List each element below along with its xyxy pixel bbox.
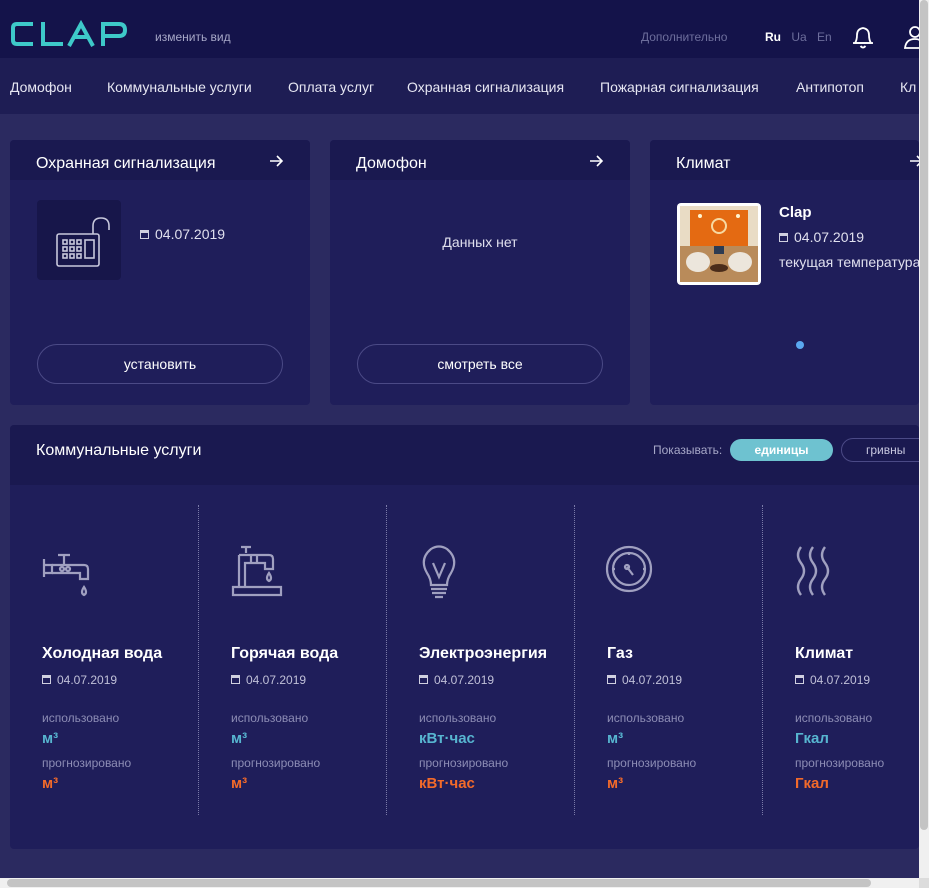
used-label: использовано <box>42 711 120 725</box>
utility-climate[interactable]: Климат 04.07.2019 использовано Гкал прог… <box>763 505 919 815</box>
utility-name: Электроэнергия <box>419 645 548 662</box>
forecast-unit: Гкал <box>795 775 829 792</box>
forecast-label: прогнозировано <box>795 756 885 770</box>
keypad-lock-icon <box>56 217 110 267</box>
arrow-right-icon[interactable] <box>268 154 284 168</box>
clap-logo[interactable] <box>11 20 127 48</box>
hot-water-tap-icon <box>231 545 283 597</box>
utility-date: 04.07.2019 <box>795 673 870 687</box>
carousel-dot[interactable] <box>796 341 804 349</box>
gas-meter-icon <box>605 545 653 593</box>
forecast-unit: м³ <box>231 775 248 792</box>
room-photo[interactable] <box>677 203 761 285</box>
utility-gas[interactable]: Газ 04.07.2019 использовано м³ прогнозир… <box>575 505 763 815</box>
used-unit: м³ <box>42 730 59 747</box>
nav-utilities[interactable]: Коммунальные услуги <box>107 79 252 95</box>
empty-state-text: Данных нет <box>442 234 518 250</box>
lang-en[interactable]: En <box>817 30 832 44</box>
calendar-icon <box>231 675 240 684</box>
calendar-icon <box>795 675 804 684</box>
calendar-icon <box>779 233 788 242</box>
security-card: Охранная сигнализация 04.07.2019 установ… <box>10 140 310 405</box>
vertical-scrollbar[interactable] <box>919 0 929 880</box>
used-label: использовано <box>231 711 309 725</box>
used-unit: м³ <box>607 730 624 747</box>
bell-icon[interactable] <box>851 24 875 50</box>
calendar-icon <box>42 675 51 684</box>
climate-device-name: Clap <box>779 204 812 221</box>
install-button[interactable]: установить <box>37 344 283 384</box>
change-view-link[interactable]: изменить вид <box>155 30 231 44</box>
utility-date: 04.07.2019 <box>231 673 306 687</box>
utility-date: 04.07.2019 <box>419 673 494 687</box>
utilities-title: Коммунальные услуги <box>36 442 202 459</box>
utility-date: 04.07.2019 <box>607 673 682 687</box>
lang-ua[interactable]: Ua <box>791 30 806 44</box>
nav-payments[interactable]: Оплата услуг <box>288 79 374 95</box>
used-label: использовано <box>795 711 873 725</box>
used-label: использовано <box>607 711 685 725</box>
climate-date: 04.07.2019 <box>779 229 864 245</box>
utility-cold-water[interactable]: Холодная вода 04.07.2019 использовано м³… <box>10 505 198 815</box>
nav-intercom[interactable]: Домофон <box>10 79 72 95</box>
vertical-scroll-thumb[interactable] <box>920 0 928 830</box>
climate-card: Климат Clap 04.07.2019 текущая температу… <box>650 140 919 405</box>
show-label: Показывать: <box>653 443 723 457</box>
used-unit: м³ <box>231 730 248 747</box>
utility-name: Холодная вода <box>42 645 163 662</box>
security-date: 04.07.2019 <box>140 226 225 242</box>
forecast-unit: м³ <box>607 775 624 792</box>
arrow-right-icon[interactable] <box>908 154 919 168</box>
utility-date: 04.07.2019 <box>42 673 117 687</box>
forecast-label: прогнозировано <box>419 756 509 770</box>
arrow-right-icon[interactable] <box>588 154 604 168</box>
lang-ru[interactable]: Ru <box>765 30 781 44</box>
heat-waves-icon <box>796 546 830 596</box>
utilities-panel: Коммунальные услуги Показывать: единицы … <box>10 425 919 849</box>
room-interior-image <box>680 206 758 282</box>
units-toggle-button[interactable]: единицы <box>730 439 833 461</box>
current-temperature-label: текущая температура <box>779 254 919 270</box>
nav-security-alarm[interactable]: Охранная сигнализация <box>407 79 564 95</box>
used-unit: кВт·час <box>419 730 475 747</box>
horizontal-scroll-thumb[interactable] <box>7 879 871 887</box>
top-bar: изменить вид Дополнительно Ru Ua En <box>0 0 923 58</box>
forecast-label: прогнозировано <box>607 756 697 770</box>
nav-fire-alarm[interactable]: Пожарная сигнализация <box>600 79 759 95</box>
utility-hot-water[interactable]: Горячая вода 04.07.2019 использовано м³ … <box>199 505 387 815</box>
card-title: Охранная сигнализация <box>36 155 216 172</box>
uah-toggle-button[interactable]: гривны <box>841 438 919 462</box>
card-header: Домофон <box>330 140 630 180</box>
nav-antiflood[interactable]: Антипотоп <box>796 79 864 95</box>
card-title: Домофон <box>356 155 427 172</box>
security-status-tile <box>37 200 121 280</box>
calendar-icon <box>140 230 149 239</box>
utility-name: Газ <box>607 645 633 662</box>
language-switcher: Ru Ua En <box>765 30 839 44</box>
utility-electricity[interactable]: Электроэнергия 04.07.2019 использовано к… <box>387 505 575 815</box>
cold-water-tap-icon <box>42 553 90 597</box>
used-unit: Гкал <box>795 730 829 747</box>
utilities-header: Коммунальные услуги Показывать: единицы … <box>10 425 919 485</box>
calendar-icon <box>607 675 616 684</box>
lightbulb-icon <box>422 545 456 599</box>
forecast-label: прогнозировано <box>231 756 321 770</box>
horizontal-scrollbar[interactable] <box>0 878 929 888</box>
calendar-icon <box>419 675 428 684</box>
forecast-unit: м³ <box>42 775 59 792</box>
used-label: использовано <box>419 711 497 725</box>
scrollbar-corner <box>919 878 929 888</box>
forecast-unit: кВт·час <box>419 775 475 792</box>
nav-climate-cut[interactable]: Кл <box>900 79 916 95</box>
forecast-label: прогнозировано <box>42 756 132 770</box>
intercom-card: Домофон Данных нет смотреть все <box>330 140 630 405</box>
more-link[interactable]: Дополнительно <box>641 30 727 44</box>
card-header: Охранная сигнализация <box>10 140 310 180</box>
main-nav: Домофон Коммунальные услуги Оплата услуг… <box>0 58 919 114</box>
view-all-button[interactable]: смотреть все <box>357 344 603 384</box>
utility-name: Климат <box>795 645 854 662</box>
utility-name: Горячая вода <box>231 645 339 662</box>
card-header: Климат <box>650 140 919 180</box>
card-title: Климат <box>676 155 731 172</box>
